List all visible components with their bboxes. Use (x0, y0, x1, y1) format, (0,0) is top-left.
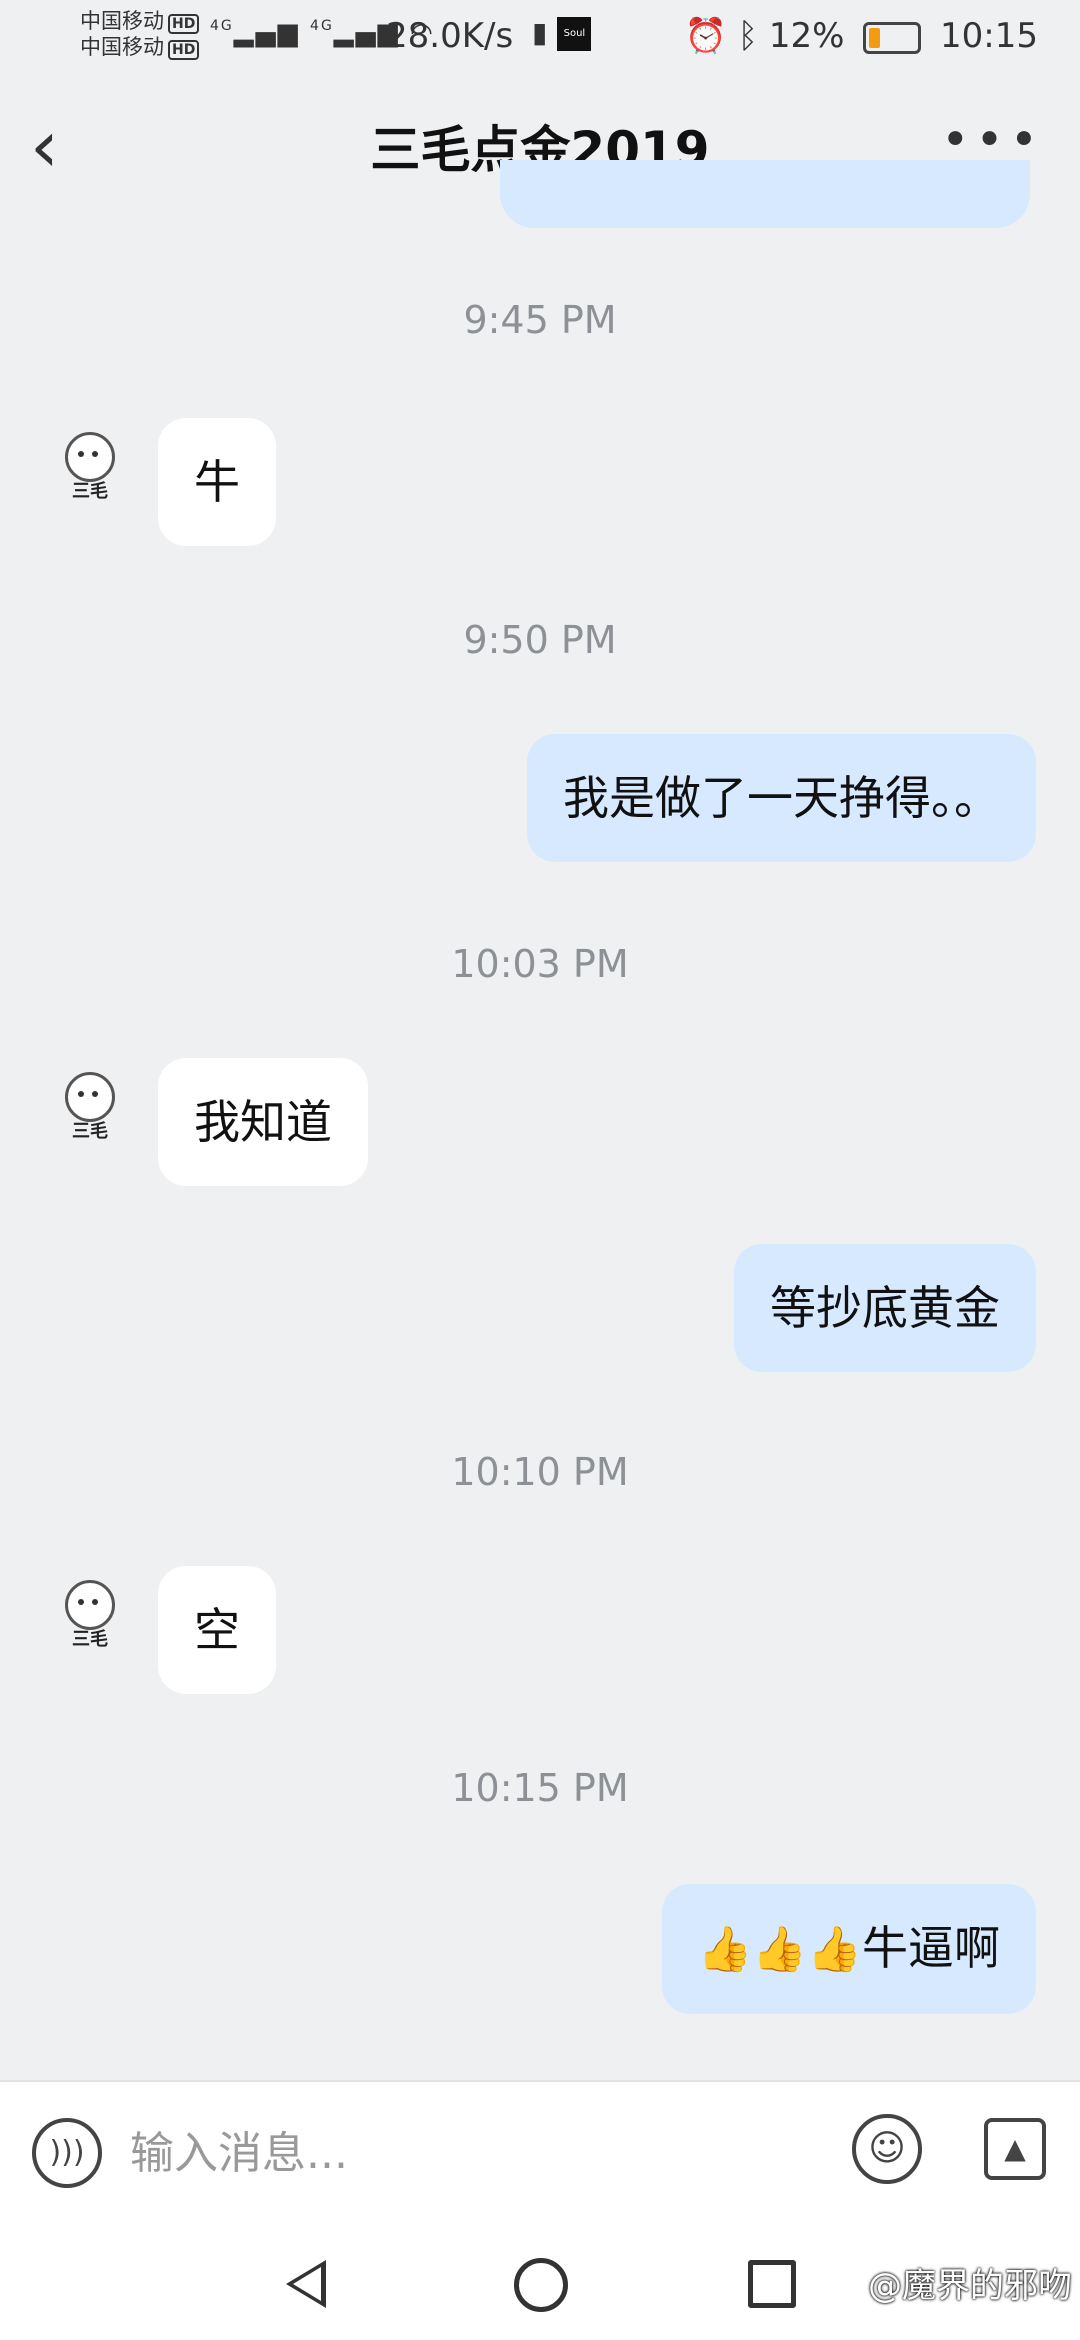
avatar-label: 三毛 (72, 1121, 108, 1142)
image-icon: ▲ (1004, 2132, 1026, 2165)
watermark: @魔界的邪吻 (868, 2266, 1072, 2306)
emoji-button[interactable]: ☺ (852, 2114, 922, 2184)
timestamp: 9:45 PM (463, 298, 617, 342)
notification-icons: ▮ Soul (532, 16, 592, 51)
avatar-face-icon (65, 1580, 115, 1630)
outgoing-message[interactable]: 👍👍👍牛逼啊 (661, 1884, 1036, 2014)
voice-button[interactable]: ))) (32, 2118, 102, 2188)
timestamp: 10:10 PM (451, 1450, 629, 1494)
battery-percent: 12% (768, 16, 845, 56)
smiley-icon: ☺ (868, 2128, 906, 2169)
message-text: 空 (194, 1603, 240, 1657)
message-text: 牛逼啊 (862, 1921, 1000, 1975)
carrier-info: 中国移动 HD 中国移动 HD (80, 8, 200, 60)
voice-wave-icon: ))) (49, 2135, 85, 2170)
nav-back-icon[interactable] (286, 2260, 326, 2308)
net-speed: 28.0K/s (386, 16, 514, 56)
avatar-face-icon (65, 432, 115, 482)
previous-message-bubble[interactable] (500, 160, 1030, 228)
outgoing-message[interactable]: 等抄底黄金 (734, 1244, 1036, 1372)
avatar[interactable]: 三毛 (58, 1580, 122, 1652)
message-input[interactable] (128, 2120, 782, 2186)
soul-app-icon: Soul (557, 17, 592, 51)
signal-icon: ▂▄▆ (233, 18, 300, 48)
carrier-2: 中国移动 (80, 35, 164, 59)
message-text: 我知道 (194, 1095, 332, 1149)
incoming-message[interactable]: 空 (158, 1566, 276, 1694)
message-text: 牛 (194, 455, 240, 509)
status-bar: 中国移动 HD 中国移动 HD 4G▂▄▆ 4G▂▄▆ ◠ 28.0K/s ▮ Sou… (0, 0, 1080, 72)
input-bar: ))) ☺ ▲ (0, 2080, 1080, 2222)
incoming-message[interactable]: 我知道 (158, 1058, 368, 1186)
system-status: ⏰ ᛒ 12% 10:15 (684, 16, 1038, 56)
avatar-label: 三毛 (72, 481, 108, 502)
incoming-message[interactable]: 牛 (158, 418, 276, 546)
signal-4g-2: 4G (310, 18, 334, 34)
battery-icon (863, 21, 922, 54)
system-nav-bar: @魔界的邪吻 (0, 2220, 1080, 2340)
message-text: 等抄底黄金 (770, 1281, 1000, 1335)
timestamp: 10:03 PM (451, 942, 629, 986)
avatar-face-icon (65, 1072, 115, 1122)
bluetooth-icon: ᛒ (737, 16, 758, 56)
avatar[interactable]: 三毛 (58, 1072, 122, 1144)
hd-badge: HD (168, 40, 200, 60)
nav-recents-icon[interactable] (748, 2260, 796, 2308)
avatar-label: 三毛 (72, 1629, 108, 1650)
thumbs-up-emoji: 👍👍👍 (697, 1924, 862, 1975)
message-text: 我是做了一天挣得。。 (563, 771, 1000, 825)
timestamp: 9:50 PM (463, 618, 617, 662)
alert-icon: ▮ (532, 16, 548, 49)
image-button[interactable]: ▲ (984, 2118, 1046, 2180)
clock: 10:15 (940, 16, 1038, 56)
nav-home-icon[interactable] (514, 2258, 568, 2312)
signal-4g-1: 4G (210, 18, 234, 34)
hd-badge: HD (168, 14, 200, 34)
timestamp: 10:15 PM (451, 1766, 629, 1810)
carrier-1: 中国移动 (80, 9, 164, 33)
alarm-icon: ⏰ (684, 16, 727, 56)
avatar[interactable]: 三毛 (58, 432, 122, 504)
outgoing-message[interactable]: 我是做了一天挣得。。 (527, 734, 1036, 862)
